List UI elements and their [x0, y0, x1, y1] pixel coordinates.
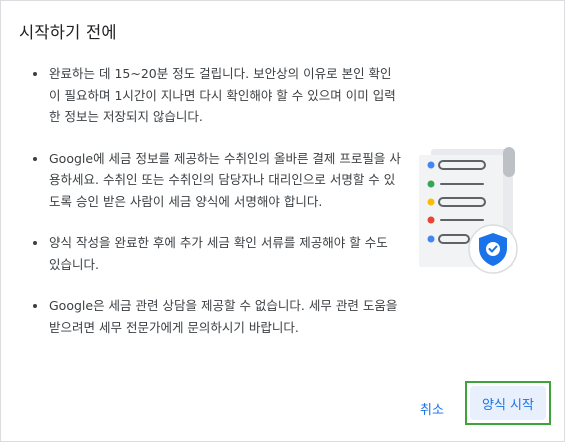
before-you-begin-dialog: 시작하기 전에 완료하는 데 15~20분 정도 걸립니다. 보안상의 이유로 …	[0, 0, 565, 442]
start-form-button[interactable]: 양식 시작	[470, 386, 546, 420]
dialog-title: 시작하기 전에	[19, 23, 117, 42]
list-item: Google에 세금 정보를 제공하는 수취인의 올바른 결제 프로필을 사용하…	[31, 148, 403, 213]
list-item: 양식 작성을 완료한 후에 추가 세금 확인 서류를 제공해야 할 수도 있습니…	[31, 232, 403, 275]
start-button-highlight: 양식 시작	[465, 381, 551, 425]
document-shield-icon	[419, 141, 519, 276]
cancel-button[interactable]: 취소	[413, 393, 451, 423]
info-list: 완료하는 데 15~20분 정도 걸립니다. 보안상의 이유로 본인 확인이 필…	[31, 63, 403, 358]
list-item: 완료하는 데 15~20분 정도 걸립니다. 보안상의 이유로 본인 확인이 필…	[31, 63, 403, 128]
list-item: Google은 세금 관련 상담을 제공할 수 없습니다. 세무 관련 도움을 …	[31, 295, 403, 338]
